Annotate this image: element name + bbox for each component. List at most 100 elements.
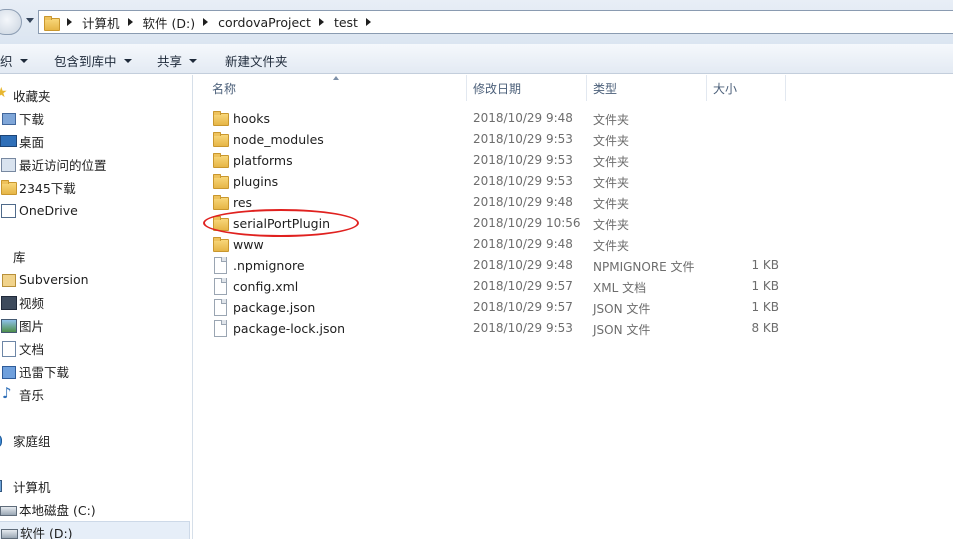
folder-icon — [43, 15, 60, 31]
column-header-size[interactable]: 大小 — [707, 75, 785, 101]
drive-icon — [1, 524, 18, 539]
file-name: .npmignore — [233, 258, 305, 273]
back-button[interactable] — [0, 9, 22, 35]
modified-date: 2018/10/29 9:53 — [473, 153, 573, 167]
nav-homegroup[interactable]: 家庭组 — [0, 430, 51, 450]
file-name: plugins — [233, 174, 279, 189]
file-row[interactable]: package-lock.json 2018/10/29 9:53 JSON 文件 8… — [194, 318, 953, 339]
modified-date: 2018/10/29 10:56 — [473, 216, 581, 230]
nav-desktop[interactable]: 桌面 — [0, 131, 44, 151]
organize-button[interactable]: 织 — [0, 51, 28, 70]
breadcrumb-computer[interactable]: 计算机 — [82, 13, 120, 32]
nav-label: 下载 — [19, 111, 45, 127]
file-icon — [212, 299, 228, 316]
breadcrumb-test[interactable]: test — [334, 15, 358, 30]
nav-computer[interactable]: 计算机 — [0, 476, 51, 496]
nav-videos[interactable]: 视频 — [0, 292, 44, 312]
modified-date: 2018/10/29 9:57 — [473, 279, 573, 293]
nav-label: 音乐 — [19, 387, 45, 403]
file-list[interactable]: 名称 修改日期 类型 大小 hooks 2018/10/29 9:48 文件夹 nod… — [194, 75, 953, 539]
video-icon — [0, 294, 17, 310]
recent-places-icon — [0, 156, 16, 172]
nav-subversion[interactable]: Subversion — [0, 269, 89, 289]
modified-date: 2018/10/29 9:57 — [473, 300, 573, 314]
drive-icon — [0, 501, 17, 517]
organize-label: 织 — [0, 54, 13, 69]
nav-label: 视频 — [19, 295, 45, 311]
file-row[interactable]: config.xml 2018/10/29 9:57 XML 文档 1 KB — [194, 276, 953, 297]
file-name: res — [233, 195, 253, 210]
column-divider[interactable] — [785, 75, 786, 101]
breadcrumb[interactable]: 计算机 软件 (D:) cordovaProject test — [38, 10, 953, 34]
file-row[interactable]: .npmignore 2018/10/29 9:48 NPMIGNORE 文件 1 K… — [194, 255, 953, 276]
nav-2345-downloads[interactable]: 2345下载 — [0, 177, 76, 197]
nav-onedrive[interactable]: OneDrive — [0, 200, 78, 220]
modified-date: 2018/10/29 9:48 — [473, 111, 573, 125]
chevron-right-icon[interactable] — [127, 18, 133, 26]
folder-row[interactable]: platforms 2018/10/29 9:53 文件夹 — [194, 150, 953, 171]
chevron-right-icon[interactable] — [365, 18, 371, 26]
nav-label: 迅雷下载 — [19, 364, 70, 380]
nav-libraries[interactable]: 库 — [0, 246, 26, 266]
new-folder-button[interactable]: 新建文件夹 — [225, 51, 288, 70]
folder-row[interactable]: hooks 2018/10/29 9:48 文件夹 — [194, 108, 953, 129]
folder-row[interactable]: plugins 2018/10/29 9:53 文件夹 — [194, 171, 953, 192]
column-label: 修改日期 — [473, 81, 522, 96]
file-type: JSON 文件 — [593, 323, 651, 337]
file-row[interactable]: package.json 2018/10/29 9:57 JSON 文件 1 KB — [194, 297, 953, 318]
chevron-right-icon[interactable] — [318, 18, 324, 26]
navigation-pane[interactable]: 收藏夹 下载 桌面 最近访问的位置 2345下载 OneDrive 库 Subv… — [0, 75, 193, 539]
include-in-library-button[interactable]: 包含到库中 — [54, 51, 132, 70]
folder-icon — [212, 236, 229, 252]
nav-music[interactable]: 音乐 — [0, 384, 44, 404]
share-label: 共享 — [157, 54, 183, 69]
folder-row[interactable]: node_modules 2018/10/29 9:53 文件夹 — [194, 129, 953, 150]
desktop-icon — [0, 133, 17, 149]
file-type: XML 文档 — [593, 281, 647, 295]
file-type: 文件夹 — [593, 113, 630, 127]
column-header-type[interactable]: 类型 — [587, 75, 707, 101]
breadcrumb-drive-d[interactable]: 软件 (D:) — [143, 13, 196, 32]
library-icon — [0, 248, 10, 264]
nav-label: 家庭组 — [13, 433, 51, 449]
file-name: hooks — [233, 111, 270, 126]
folder-row[interactable]: www 2018/10/29 9:48 文件夹 — [194, 234, 953, 255]
nav-drive-c[interactable]: 本地磁盘 (C:) — [0, 499, 96, 519]
nav-label: OneDrive — [19, 202, 78, 218]
nav-recent-places[interactable]: 最近访问的位置 — [0, 154, 107, 174]
modified-date: 2018/10/29 9:53 — [473, 132, 573, 146]
file-name: package-lock.json — [233, 321, 346, 336]
folder-icon — [212, 152, 229, 168]
chevron-right-icon[interactable] — [67, 18, 72, 26]
breadcrumb-cordovaproject[interactable]: cordovaProject — [218, 15, 311, 30]
modified-date: 2018/10/29 9:48 — [473, 258, 573, 272]
nav-label: 文档 — [19, 341, 45, 357]
file-type: JSON 文件 — [593, 302, 651, 316]
column-header-name[interactable]: 名称 — [206, 75, 466, 101]
nav-drive-d[interactable]: 软件 (D:) — [0, 521, 190, 539]
file-icon — [212, 320, 228, 337]
share-button[interactable]: 共享 — [157, 51, 198, 70]
file-type: 文件夹 — [593, 197, 630, 211]
file-type: 文件夹 — [593, 176, 630, 190]
nav-favorites[interactable]: 收藏夹 — [0, 85, 51, 105]
modified-date: 2018/10/29 9:48 — [473, 195, 573, 209]
file-name: node_modules — [233, 132, 324, 147]
file-type: 文件夹 — [593, 155, 630, 169]
chevron-right-icon[interactable] — [203, 18, 209, 26]
history-dropdown-icon[interactable] — [26, 18, 34, 23]
nav-xunlei-downloads[interactable]: 迅雷下载 — [0, 361, 69, 381]
include-library-label: 包含到库中 — [54, 54, 117, 69]
nav-label: 本地磁盘 (C:) — [19, 502, 96, 518]
column-header-date[interactable]: 修改日期 — [467, 75, 587, 101]
file-type: 文件夹 — [593, 134, 630, 148]
nav-pictures[interactable]: 图片 — [0, 315, 44, 335]
onedrive-icon — [0, 202, 16, 218]
nav-documents[interactable]: 文档 — [0, 338, 44, 358]
nav-downloads[interactable]: 下载 — [0, 108, 44, 128]
modified-date: 2018/10/29 9:53 — [473, 174, 573, 188]
nav-label: 图片 — [19, 318, 45, 334]
caret-down-icon — [189, 58, 198, 63]
file-type: 文件夹 — [593, 239, 630, 253]
file-type: 文件夹 — [593, 218, 630, 232]
